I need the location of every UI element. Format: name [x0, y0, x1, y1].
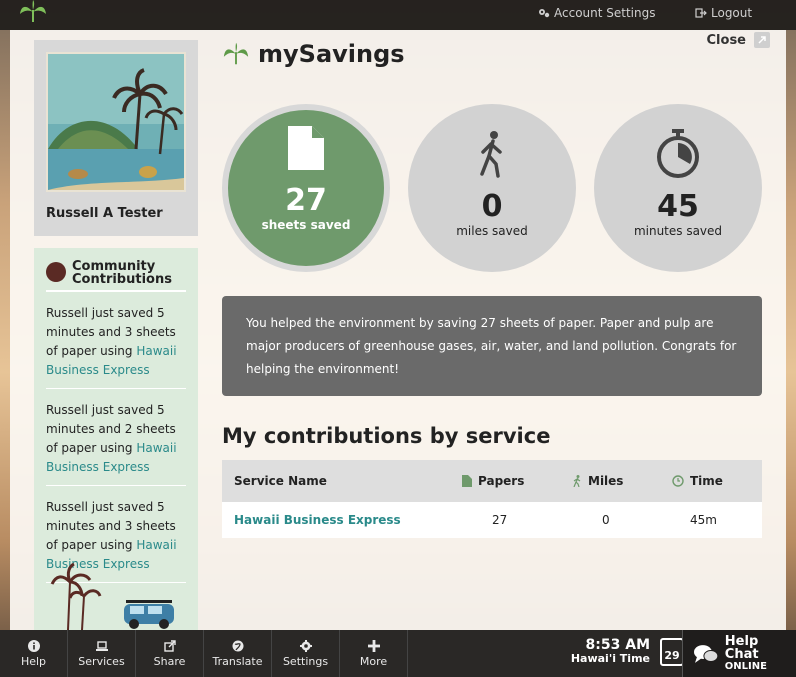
plus-icon [367, 639, 380, 652]
list-item: Russell just saved 5 minutes and 2 sheet… [46, 389, 186, 486]
stopwatch-icon [657, 129, 699, 178]
services-label: Services [78, 654, 125, 668]
environment-message: You helped the environment by saving 27 … [222, 296, 762, 396]
page-title-row: mySavings [222, 40, 762, 68]
logout-icon [695, 8, 707, 18]
translate-label: Translate [212, 654, 263, 668]
table-row: Hawaii Business Express 27 0 45m [222, 502, 762, 538]
stat-minutes-saved: 45 minutes saved [594, 104, 762, 272]
translate-button[interactable]: Translate [204, 630, 272, 677]
more-label: More [359, 654, 388, 668]
logout-link[interactable]: Logout [695, 6, 752, 20]
document-icon [462, 475, 472, 487]
col-miles: Miles [572, 460, 672, 502]
stat-label: minutes saved [633, 224, 723, 238]
stat-sheets-saved: 27 sheets saved [222, 104, 390, 272]
walking-icon [480, 131, 502, 178]
contributions-table: Service Name Papers Miles Time Hawaii Bu… [222, 460, 762, 538]
page-title: mySavings [258, 40, 405, 68]
account-settings-link[interactable]: Account Settings [538, 6, 655, 20]
stat-miles-saved: 0 miles saved [408, 104, 576, 272]
stat-value: 27 [285, 183, 327, 218]
stat-value: 45 [657, 189, 699, 224]
leaf-icon [223, 42, 249, 65]
community-header: Community Contributions [46, 260, 186, 292]
help-label: Help [20, 654, 47, 668]
leaf-logo-icon[interactable] [18, 0, 48, 24]
time-cell: 45m [690, 513, 717, 527]
gear-icon [299, 639, 312, 652]
help-chat-button[interactable]: Help Chat ONLINE [682, 630, 796, 677]
community-globe-icon [46, 262, 66, 282]
list-item: Russell just saved 5 minutes and 3 sheet… [46, 292, 186, 389]
island-avatar-image [48, 54, 184, 190]
walking-icon [573, 475, 581, 487]
main-content: mySavings 27 sheets saved 0 miles saved [222, 40, 762, 538]
clock-icon [672, 475, 684, 487]
calendar-date: 29 [664, 649, 680, 662]
share-icon [163, 639, 176, 652]
stat-label: sheets saved [261, 218, 351, 232]
section-title: My contributions by service [222, 424, 551, 448]
table-header-row: Service Name Papers Miles Time [222, 460, 762, 502]
col-header-label: Time [690, 474, 723, 488]
my-savings-panel: Close Russell A Tester Community Contrib… [10, 30, 786, 640]
profile-card: Russell A Tester [34, 40, 198, 236]
chat-bubbles-icon [693, 644, 719, 663]
avatar [46, 52, 186, 192]
document-icon [288, 126, 324, 170]
miles-cell: 0 [602, 513, 610, 527]
savings-stats: 27 sheets saved 0 miles saved 45 minutes… [222, 104, 762, 280]
gears-icon [539, 9, 550, 18]
clock-zone: Hawai'i Time [570, 652, 650, 665]
share-button[interactable]: Share [136, 630, 204, 677]
stat-label: miles saved [456, 224, 528, 238]
col-header-label: Papers [478, 474, 525, 488]
bottom-toolbar: Help Services Share Translate Settings M… [0, 630, 796, 677]
col-header-label: Service Name [234, 474, 327, 488]
laptop-icon [95, 640, 108, 651]
col-header-label: Miles [588, 474, 624, 488]
info-icon [27, 639, 40, 652]
service-name-link[interactable]: Hawaii Business Express [222, 502, 462, 538]
stat-value: 0 [481, 189, 503, 224]
top-bar: Account Settings Logout [0, 0, 796, 30]
share-label: Share [153, 654, 186, 668]
logout-label: Logout [711, 6, 753, 20]
services-button[interactable]: Services [68, 630, 136, 677]
profile-name: Russell A Tester [46, 206, 163, 221]
clock-time: 8:53 AM [585, 637, 650, 653]
col-service-name: Service Name [222, 460, 462, 502]
settings-label: Settings [282, 654, 329, 668]
col-papers: Papers [462, 460, 572, 502]
papers-cell: 27 [492, 513, 508, 527]
community-title-line2: Contributions [72, 272, 172, 287]
calendar-icon[interactable]: 29 [660, 638, 684, 666]
col-time: Time [672, 460, 762, 502]
palm-car-illustration [50, 562, 174, 630]
sidebar: Russell A Tester Community Contributions… [34, 40, 198, 640]
help-chat-status: ONLINE [724, 661, 767, 672]
help-button[interactable]: Help [0, 630, 68, 677]
clock: 8:53 AM Hawai'i Time [571, 638, 650, 665]
more-button[interactable]: More [340, 630, 408, 677]
help-chat-label: Help Chat [724, 634, 759, 662]
settings-button[interactable]: Settings [272, 630, 340, 677]
globe-icon [232, 640, 243, 651]
account-settings-label: Account Settings [554, 6, 656, 20]
